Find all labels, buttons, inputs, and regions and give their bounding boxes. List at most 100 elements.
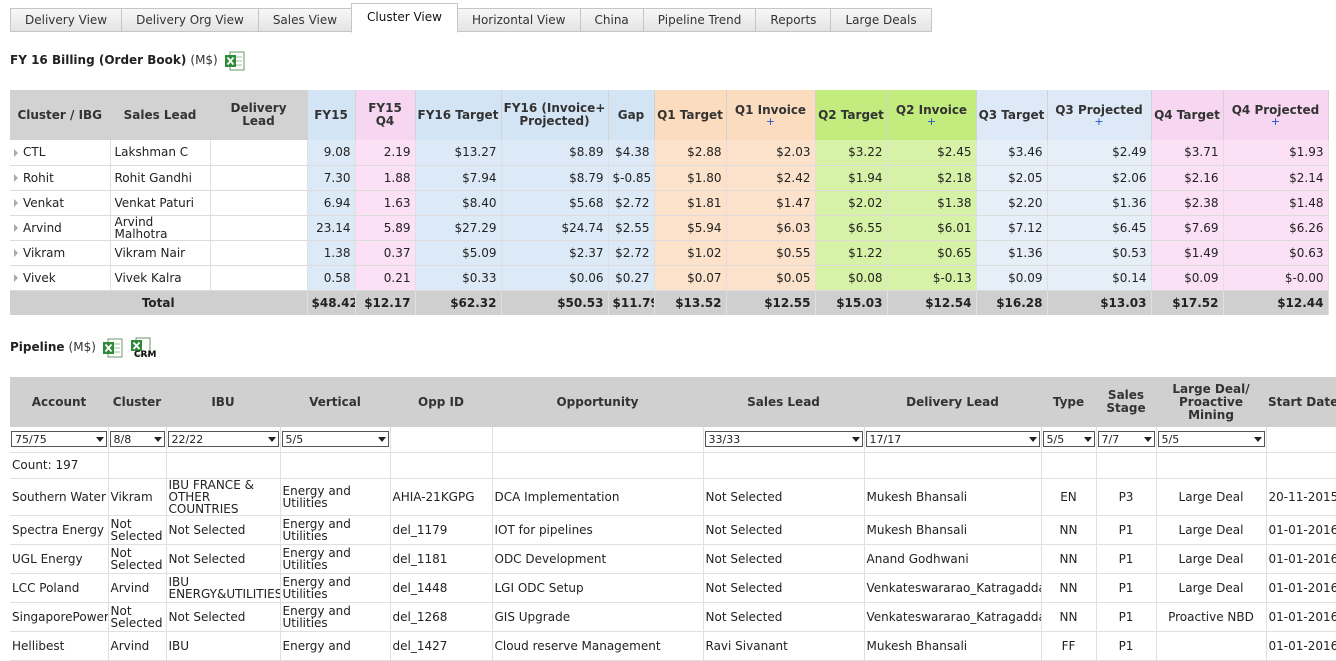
- filter-cell: 17/17: [864, 427, 1042, 453]
- billing-total-row: Total$48.42$12.17$62.32$50.53$11.79$13.5…: [10, 290, 1329, 315]
- cell-ibu: Not Selected: [166, 544, 281, 574]
- col-opportunity[interactable]: Opportunity: [492, 377, 703, 427]
- billing-row[interactable]: CTL Lakshman C 9.08 2.19 $13.27 $8.89 $4.38 $2.…: [10, 140, 1329, 166]
- cell-q2-invoice: $6.01: [887, 215, 977, 241]
- col-delivery-lead[interactable]: Delivery Lead: [864, 377, 1041, 427]
- cell-type: NN: [1041, 544, 1097, 574]
- sales-lead-filter-select[interactable]: 33/33: [704, 431, 863, 448]
- cell-q1-target: $5.94: [654, 215, 727, 241]
- cell-fy16-proj: $8.79: [501, 165, 609, 191]
- col-account[interactable]: Account: [10, 377, 108, 427]
- dropdown-arrow-icon: [1028, 436, 1037, 442]
- tab-delivery-view[interactable]: Delivery View: [10, 8, 123, 32]
- cluster-name: Rohit: [23, 170, 54, 185]
- col-q2-target[interactable]: Q2 Target: [815, 90, 888, 140]
- expand-row-icon[interactable]: [14, 224, 18, 232]
- large-deal-filter-select[interactable]: 5/5: [1157, 431, 1265, 448]
- pipeline-row[interactable]: LCC Poland Arvind IBU ENERGY&UTILITIES Ener…: [10, 573, 1336, 603]
- pipeline-row[interactable]: Spectra Energy Not Selected Not Selected En…: [10, 515, 1336, 545]
- vertical-filter-select[interactable]: 5/5: [281, 431, 389, 448]
- excel-export-icon[interactable]: [224, 50, 246, 71]
- col-q4-target[interactable]: Q4 Target: [1151, 90, 1224, 140]
- sales-stage-filter-select[interactable]: 7/7: [1097, 431, 1155, 448]
- filter-cell-empty: [1266, 427, 1336, 453]
- tab-china[interactable]: China: [580, 8, 644, 32]
- tab-horizontal-view[interactable]: Horizontal View: [457, 8, 581, 32]
- col-sales-lead[interactable]: Sales Lead: [703, 377, 864, 427]
- billing-row[interactable]: Vikram Vikram Nair 1.38 0.37 $5.09 $2.37 $2.72…: [10, 240, 1329, 266]
- col-q1-invoice[interactable]: Q1 Invoice +: [726, 90, 816, 140]
- cell-start-date: 01-01-2016: [1266, 515, 1336, 545]
- filter-cell: 22/22: [166, 427, 281, 453]
- q3-expand-icon[interactable]: +: [1050, 116, 1149, 127]
- cell-start-date: 01-01-2016: [1266, 544, 1336, 574]
- col-q3-projected[interactable]: Q3 Projected +: [1047, 90, 1152, 140]
- expand-row-icon[interactable]: [14, 174, 18, 182]
- col-q2-invoice[interactable]: Q2 Invoice +: [887, 90, 977, 140]
- tab-delivery-org-view[interactable]: Delivery Org View: [122, 8, 259, 32]
- pipeline-row[interactable]: Hellibest Arvind IBU Energy and del_1427 Clou…: [10, 631, 1336, 661]
- cell-cluster: Vikram: [108, 478, 167, 516]
- col-ibu[interactable]: IBU: [166, 377, 280, 427]
- tab-reports[interactable]: Reports: [756, 8, 832, 32]
- col-q1-target[interactable]: Q1 Target: [654, 90, 727, 140]
- col-large-deal[interactable]: Large Deal/ Proactive Mining: [1156, 377, 1266, 427]
- excel-crm-icon[interactable]: CRM: [130, 337, 156, 360]
- cell-delivery-lead: [210, 190, 308, 216]
- billing-row[interactable]: Arvind Arvind Malhotra 23.14 5.89 $27.29 $24.…: [10, 215, 1329, 241]
- delivery-lead-filter-select[interactable]: 17/17: [865, 431, 1040, 448]
- account-filter-select[interactable]: 75/75: [11, 431, 107, 448]
- col-start-date[interactable]: Start Date: [1266, 377, 1336, 427]
- col-delivery-lead[interactable]: Delivery Lead: [210, 90, 308, 140]
- tab-cluster-view[interactable]: Cluster View: [351, 3, 458, 33]
- sales-stage-filter-value: 7/7: [1101, 432, 1120, 446]
- col-sales-lead[interactable]: Sales Lead: [110, 90, 211, 140]
- col-fy16-projected[interactable]: FY16 (Invoice+ Projected): [501, 90, 609, 140]
- total-fy16-target: $62.32: [415, 290, 502, 315]
- col-fy16-target[interactable]: FY16 Target: [415, 90, 502, 140]
- billing-row[interactable]: Rohit Rohit Gandhi 7.30 1.88 $7.94 $8.79 $-0.8…: [10, 165, 1329, 191]
- cell-q4-projected: $0.63: [1223, 240, 1329, 266]
- expand-row-icon[interactable]: [14, 148, 18, 157]
- col-type[interactable]: Type: [1041, 377, 1096, 427]
- col-vertical[interactable]: Vertical: [280, 377, 390, 427]
- cell-q2-invoice: $1.38: [887, 190, 977, 216]
- cluster-filter-select[interactable]: 8/8: [109, 431, 165, 448]
- cell-delivery-lead: Venkateswararao_Katragadda: [864, 573, 1042, 603]
- pipeline-row[interactable]: SingaporePower Not Selected Not Selected En…: [10, 602, 1336, 632]
- q4-expand-icon[interactable]: +: [1226, 116, 1326, 127]
- col-sales-stage[interactable]: Sales Stage: [1096, 377, 1156, 427]
- cell-q1-invoice: $2.42: [726, 165, 816, 191]
- col-fy15-q4[interactable]: FY15 Q4: [355, 90, 416, 140]
- pipeline-row[interactable]: UGL Energy Not Selected Not Selected Energy…: [10, 544, 1336, 574]
- tab-large-deals[interactable]: Large Deals: [831, 8, 932, 32]
- tab-sales-view[interactable]: Sales View: [258, 8, 353, 32]
- col-cluster[interactable]: Cluster / IBG: [10, 90, 111, 140]
- pipeline-row[interactable]: Southern Water Vikram IBU FRANCE & OTHER C…: [10, 478, 1336, 516]
- cell-q1-invoice: $0.05: [726, 265, 816, 291]
- expand-row-icon[interactable]: [14, 274, 18, 282]
- cell-delivery-lead: Mukesh Bhansali: [864, 515, 1042, 545]
- expand-row-icon[interactable]: [14, 249, 18, 257]
- cell-vertical: Energy and Utilities: [280, 602, 391, 632]
- cell-stage: P1: [1096, 631, 1157, 661]
- col-q3-target[interactable]: Q3 Target: [976, 90, 1048, 140]
- col-cluster[interactable]: Cluster: [108, 377, 166, 427]
- pipeline-title: Pipeline: [10, 340, 65, 354]
- col-gap[interactable]: Gap: [608, 90, 655, 140]
- excel-export-icon[interactable]: [102, 337, 124, 358]
- col-q4-projected[interactable]: Q4 Projected +: [1223, 90, 1329, 140]
- col-opp-id[interactable]: Opp ID: [390, 377, 492, 427]
- col-fy15[interactable]: FY15: [307, 90, 356, 140]
- cell-gap: $-0.85: [608, 165, 655, 191]
- expand-row-icon[interactable]: [14, 199, 18, 207]
- billing-row[interactable]: Vivek Vivek Kalra 0.58 0.21 $0.33 $0.06 $0.27 $…: [10, 265, 1329, 291]
- q2-expand-icon[interactable]: +: [890, 116, 974, 127]
- q1-expand-icon[interactable]: +: [729, 116, 813, 127]
- ibu-filter-select[interactable]: 22/22: [167, 431, 279, 448]
- cell-fy15q4: 1.88: [355, 165, 416, 191]
- tab-pipeline-trend[interactable]: Pipeline Trend: [643, 8, 757, 32]
- type-filter-select[interactable]: 5/5: [1042, 431, 1095, 448]
- cell-q1-invoice: $2.03: [726, 140, 816, 166]
- billing-row[interactable]: Venkat Venkat Paturi 6.94 1.63 $8.40 $5.68 $2.…: [10, 190, 1329, 216]
